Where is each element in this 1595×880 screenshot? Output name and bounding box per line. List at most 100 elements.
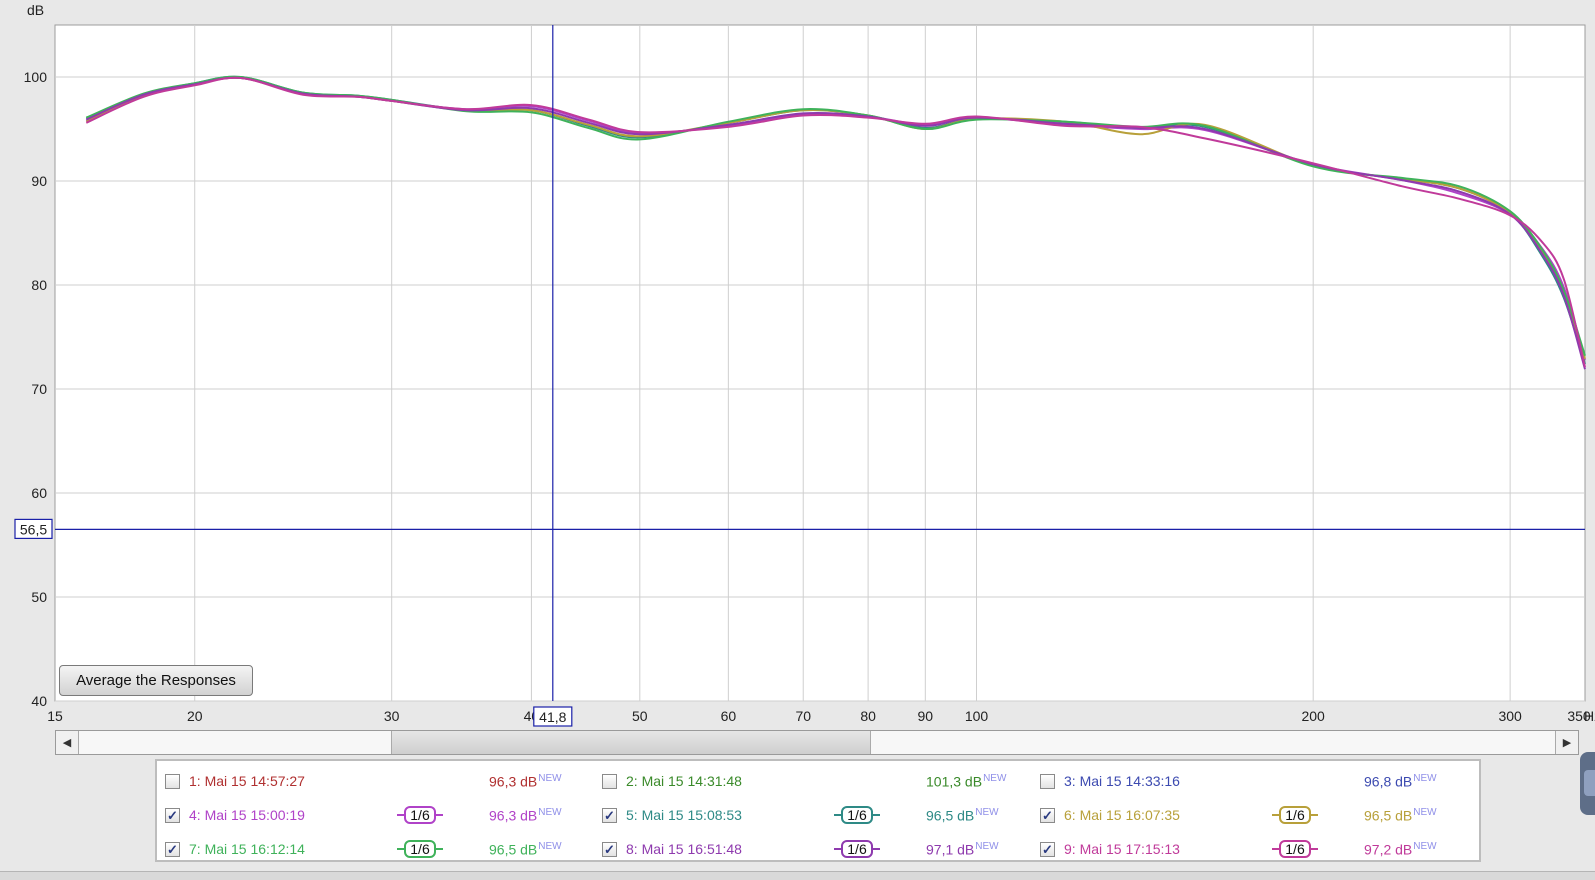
visibility-checkbox[interactable]: ✓: [165, 842, 180, 857]
average-responses-button[interactable]: Average the Responses: [59, 665, 253, 696]
legend-label[interactable]: 4: Mai 15 15:00:19: [189, 807, 305, 823]
panel-toggle-icon: [1584, 770, 1595, 796]
x-tick-label: 100: [965, 708, 989, 724]
smoothing-line-left: [1272, 848, 1279, 850]
new-tag: NEW: [1413, 773, 1437, 784]
legend-item: ✓ 4: Mai 15 15:00:19 1/6 96,3 dBNEW: [165, 806, 585, 828]
y-tick-label: 100: [24, 69, 48, 85]
side-panel-toggle[interactable]: [1580, 752, 1595, 815]
legend-level: 96,3 dBNEW: [489, 773, 562, 790]
new-tag: NEW: [983, 773, 1007, 784]
smoothing-label: 1/6: [841, 840, 873, 858]
legend-label[interactable]: 9: Mai 15 17:15:13: [1064, 841, 1180, 857]
x-tick-label: 50: [632, 708, 648, 724]
smoothing-indicator[interactable]: 1/6: [1272, 838, 1322, 860]
x-tick-label: 30: [384, 708, 400, 724]
level-value: 97,1 dB: [926, 841, 975, 858]
legend-label[interactable]: 7: Mai 15 16:12:14: [189, 841, 305, 857]
y-tick-label: 40: [31, 693, 47, 709]
visibility-checkbox[interactable]: [1040, 774, 1055, 789]
frequency-scrollbar[interactable]: ◀ ▶: [55, 730, 1579, 755]
y-tick-label: 90: [31, 173, 47, 189]
smoothing-line-right: [873, 814, 880, 816]
smoothing-line-left: [397, 814, 404, 816]
new-tag: NEW: [538, 841, 562, 852]
y-axis-unit-label: dB: [27, 2, 44, 18]
y-tick-label: 60: [31, 485, 47, 501]
scroll-right-button[interactable]: ▶: [1555, 731, 1578, 754]
legend-level: 96,5 dBNEW: [489, 841, 562, 858]
visibility-checkbox[interactable]: ✓: [602, 808, 617, 823]
y-tick-label: 50: [31, 589, 47, 605]
smoothing-line-right: [1311, 814, 1318, 816]
legend-level: 96,5 dBNEW: [926, 807, 999, 824]
new-tag: NEW: [538, 773, 562, 784]
smoothing-indicator[interactable]: 1/6: [834, 838, 884, 860]
cursor-x-readout: 41,8: [539, 709, 566, 725]
visibility-checkbox[interactable]: [165, 774, 180, 789]
x-tick-label: 60: [721, 708, 737, 724]
legend-item: 3: Mai 15 14:33:16 96,8 dBNEW: [1040, 772, 1460, 794]
legend-item: ✓ 8: Mai 15 16:51:48 1/6 97,1 dBNEW: [602, 840, 1022, 862]
legend-item: ✓ 6: Mai 15 16:07:35 1/6 96,5 dBNEW: [1040, 806, 1460, 828]
x-tick-label: 90: [918, 708, 934, 724]
legend-label[interactable]: 5: Mai 15 15:08:53: [626, 807, 742, 823]
measurement-legend: 1: Mai 15 14:57:27 96,3 dBNEW 2: Mai 15 14…: [155, 759, 1481, 862]
legend-level: 97,1 dBNEW: [926, 841, 999, 858]
smoothing-label: 1/6: [841, 806, 873, 824]
visibility-checkbox[interactable]: ✓: [602, 842, 617, 857]
legend-label[interactable]: 3: Mai 15 14:33:16: [1064, 773, 1180, 789]
legend-label[interactable]: 8: Mai 15 16:51:48: [626, 841, 742, 857]
legend-level: 97,2 dBNEW: [1364, 841, 1437, 858]
right-arrow-icon: ▶: [1562, 737, 1572, 749]
level-value: 96,3 dB: [489, 773, 538, 790]
legend-item: ✓ 9: Mai 15 17:15:13 1/6 97,2 dBNEW: [1040, 840, 1460, 862]
x-tick-label: 350: [1567, 708, 1591, 724]
legend-level: 96,5 dBNEW: [1364, 807, 1437, 824]
y-tick-label: 80: [31, 277, 47, 293]
smoothing-label: 1/6: [404, 840, 436, 858]
x-tick-label: 70: [795, 708, 811, 724]
smoothing-label: 1/6: [1279, 840, 1311, 858]
legend-label[interactable]: 1: Mai 15 14:57:27: [189, 773, 305, 789]
legend-label[interactable]: 6: Mai 15 16:07:35: [1064, 807, 1180, 823]
new-tag: NEW: [1413, 841, 1437, 852]
smoothing-label: 1/6: [404, 806, 436, 824]
visibility-checkbox[interactable]: ✓: [165, 808, 180, 823]
visibility-checkbox[interactable]: ✓: [1040, 842, 1055, 857]
level-value: 101,3 dB: [926, 773, 983, 790]
x-tick-label: 15: [47, 708, 63, 724]
smoothing-label: 1/6: [1279, 806, 1311, 824]
level-value: 96,5 dB: [489, 841, 538, 858]
smoothing-line-right: [436, 848, 443, 850]
legend-label[interactable]: 2: Mai 15 14:31:48: [626, 773, 742, 789]
smoothing-line-right: [873, 848, 880, 850]
scroll-left-button[interactable]: ◀: [56, 731, 79, 754]
level-value: 97,2 dB: [1364, 841, 1413, 858]
x-tick-label: 200: [1301, 708, 1325, 724]
x-tick-label: 20: [187, 708, 203, 724]
smoothing-line-right: [436, 814, 443, 816]
new-tag: NEW: [975, 807, 999, 818]
smoothing-indicator[interactable]: 1/6: [834, 804, 884, 826]
y-tick-label: 70: [31, 381, 47, 397]
legend-level: 101,3 dBNEW: [926, 773, 1006, 790]
new-tag: NEW: [1413, 807, 1437, 818]
visibility-checkbox[interactable]: ✓: [1040, 808, 1055, 823]
legend-level: 96,8 dBNEW: [1364, 773, 1437, 790]
scrollbar-thumb[interactable]: [391, 731, 871, 754]
visibility-checkbox[interactable]: [602, 774, 617, 789]
smoothing-indicator[interactable]: 1/6: [1272, 804, 1322, 826]
smoothing-line-left: [834, 814, 841, 816]
new-tag: NEW: [975, 841, 999, 852]
new-tag: NEW: [538, 807, 562, 818]
smoothing-line-left: [397, 848, 404, 850]
legend-item: 2: Mai 15 14:31:48 101,3 dBNEW: [602, 772, 1022, 794]
level-value: 96,5 dB: [926, 807, 975, 824]
smoothing-indicator[interactable]: 1/6: [397, 838, 447, 860]
level-value: 96,3 dB: [489, 807, 538, 824]
smoothing-indicator[interactable]: 1/6: [397, 804, 447, 826]
legend-level: 96,3 dBNEW: [489, 807, 562, 824]
level-value: 96,5 dB: [1364, 807, 1413, 824]
level-value: 96,8 dB: [1364, 773, 1413, 790]
